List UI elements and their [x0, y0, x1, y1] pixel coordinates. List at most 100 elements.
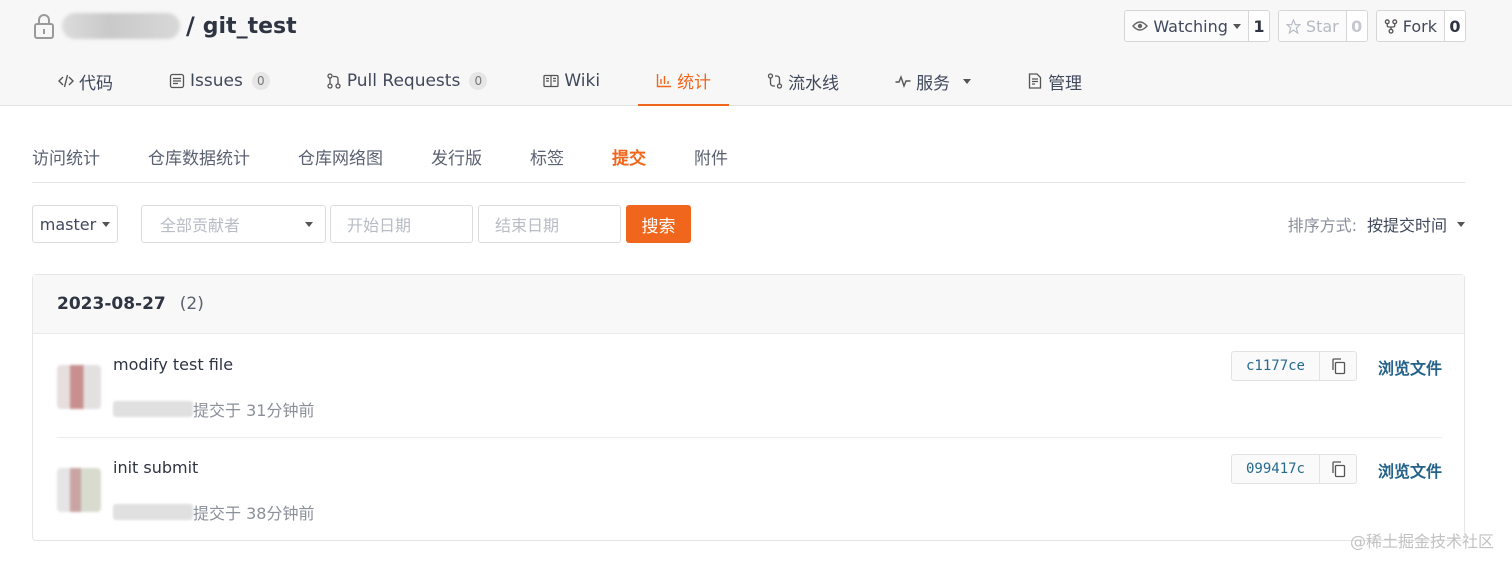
fork-label: Fork — [1402, 16, 1437, 36]
sort-select[interactable]: 排序方式: 按提交时间 — [1288, 205, 1465, 243]
commit-message[interactable]: modify test file — [113, 355, 233, 374]
browse-files-link[interactable]: 浏览文件 — [1378, 458, 1442, 482]
branch-select[interactable]: master — [32, 205, 118, 243]
tab-services[interactable]: 服务 — [877, 56, 989, 106]
watching-count[interactable]: 1 — [1248, 11, 1269, 41]
avatar[interactable] — [57, 365, 101, 409]
subtab-tags[interactable]: 标签 — [530, 140, 564, 178]
chevron-down-icon — [1232, 23, 1241, 29]
browse-files-link[interactable]: 浏览文件 — [1378, 355, 1442, 379]
commit-sha-group: c1177ce — [1231, 351, 1357, 381]
settings-doc-icon — [1028, 73, 1042, 89]
lock-icon — [34, 14, 54, 39]
commit-group-panel: 2023-08-27 (2) modify test file 提交于 31分钟… — [32, 274, 1465, 541]
pull-request-icon — [327, 73, 341, 89]
book-icon — [543, 74, 559, 88]
tab-manage[interactable]: 管理 — [1009, 56, 1100, 106]
star-count[interactable]: 0 — [1346, 11, 1367, 41]
subtab-releases[interactable]: 发行版 — [431, 140, 482, 178]
commit-author-redacted[interactable] — [113, 504, 193, 520]
sort-label: 排序方式: — [1287, 216, 1357, 235]
tab-label: Pull Requests — [346, 71, 461, 91]
commit-sha-group: 099417c — [1231, 454, 1357, 484]
tab-label: Wiki — [564, 71, 601, 91]
commit-author-redacted[interactable] — [113, 401, 193, 417]
subtab-repo-data[interactable]: 仓库数据统计 — [148, 140, 250, 178]
repo-tabs: 代码 Issues 0 Pull Requests 0 Wiki 统计 流水线 … — [40, 56, 1120, 106]
tab-label: 管理 — [1048, 73, 1083, 94]
copy-icon — [1331, 460, 1345, 477]
code-icon — [58, 74, 74, 88]
fork-button[interactable]: Fork — [1376, 11, 1445, 41]
copy-icon — [1331, 357, 1345, 374]
bar-chart-icon — [656, 74, 672, 88]
subtab-network-graph[interactable]: 仓库网络图 — [298, 140, 383, 178]
star-button[interactable]: Star — [1278, 11, 1347, 41]
author-select[interactable]: 全部贡献者 — [141, 205, 326, 243]
tab-code[interactable]: 代码 — [40, 56, 131, 106]
watermark: @稀土掘金技术社区 — [1349, 532, 1494, 551]
commit-group-header: 2023-08-27 (2) — [33, 275, 1464, 334]
tab-issues[interactable]: Issues 0 — [151, 56, 288, 106]
commit-filters: master 全部贡献者 开始日期 结束日期 搜索 排序方式: 按提交时间 — [32, 205, 1465, 243]
author-placeholder: 全部贡献者 — [160, 216, 241, 235]
commit-time: 提交于 38分钟前 — [193, 504, 315, 523]
commit-date: 2023-08-27 — [57, 294, 166, 314]
fork-button-group: Fork 0 — [1375, 10, 1466, 42]
tab-wiki[interactable]: Wiki — [525, 56, 618, 106]
watching-button[interactable]: Watching — [1125, 11, 1249, 41]
commit-sha[interactable]: c1177ce — [1232, 352, 1320, 380]
tab-label: 流水线 — [788, 73, 840, 94]
branch-value: master — [39, 214, 97, 234]
repo-header: / git_test Watching 1 Star 0 Fork 0 代码 I… — [0, 0, 1512, 106]
chevron-down-icon — [305, 221, 313, 227]
start-date-input[interactable]: 开始日期 — [330, 205, 473, 243]
star-icon — [1285, 18, 1301, 34]
repo-name[interactable]: git_test — [203, 14, 297, 39]
repo-separator: / — [186, 12, 195, 40]
tab-stats[interactable]: 统计 — [638, 56, 730, 106]
repo-actions: Watching 1 Star 0 Fork 0 — [1124, 10, 1466, 42]
commit-meta: 提交于 38分钟前 — [113, 500, 314, 524]
end-date-input[interactable]: 结束日期 — [478, 205, 621, 243]
issues-icon — [169, 73, 185, 89]
commit-meta: 提交于 31分钟前 — [113, 397, 314, 421]
fork-count[interactable]: 0 — [1445, 11, 1465, 41]
start-date-placeholder: 开始日期 — [347, 216, 412, 235]
stats-subtabs: 访问统计 仓库数据统计 仓库网络图 发行版 标签 提交 附件 — [32, 140, 1465, 183]
pulse-icon — [895, 74, 911, 89]
repo-title: / git_test — [32, 8, 297, 44]
tab-pipeline[interactable]: 流水线 — [749, 56, 857, 106]
fork-icon — [1384, 18, 1398, 34]
commit-message[interactable]: init submit — [113, 458, 198, 477]
tab-label: 代码 — [79, 73, 113, 94]
chevron-down-icon — [1457, 221, 1465, 227]
commit-row: modify test file 提交于 31分钟前 c1177ce 浏览文件 — [57, 335, 1442, 438]
eye-icon — [1132, 21, 1149, 31]
copy-button[interactable] — [1320, 455, 1356, 483]
tab-label: 统计 — [677, 72, 712, 93]
chevron-down-icon — [963, 78, 972, 84]
subtab-commits[interactable]: 提交 — [612, 140, 646, 178]
repo-owner-redacted[interactable] — [62, 13, 180, 39]
subtab-attachments[interactable]: 附件 — [694, 140, 728, 178]
pull-requests-count-badge: 0 — [469, 72, 488, 90]
star-button-group: Star 0 — [1277, 10, 1368, 42]
issues-count-badge: 0 — [251, 72, 270, 90]
tab-label: Issues — [190, 71, 243, 91]
pipeline-icon — [767, 73, 783, 89]
commit-count: (2) — [179, 294, 204, 314]
commit-time: 提交于 31分钟前 — [193, 401, 315, 420]
avatar[interactable] — [57, 468, 101, 512]
copy-button[interactable] — [1320, 352, 1356, 380]
search-button[interactable]: 搜索 — [626, 205, 691, 243]
watching-button-group: Watching 1 — [1124, 10, 1270, 42]
chevron-down-icon — [102, 221, 111, 227]
star-label: Star — [1305, 16, 1339, 36]
tab-label: 服务 — [916, 73, 951, 94]
tab-pull-requests[interactable]: Pull Requests 0 — [308, 56, 506, 106]
end-date-placeholder: 结束日期 — [495, 216, 560, 235]
subtab-visits[interactable]: 访问统计 — [32, 140, 100, 178]
watching-label: Watching — [1153, 16, 1228, 36]
commit-sha[interactable]: 099417c — [1232, 455, 1320, 483]
